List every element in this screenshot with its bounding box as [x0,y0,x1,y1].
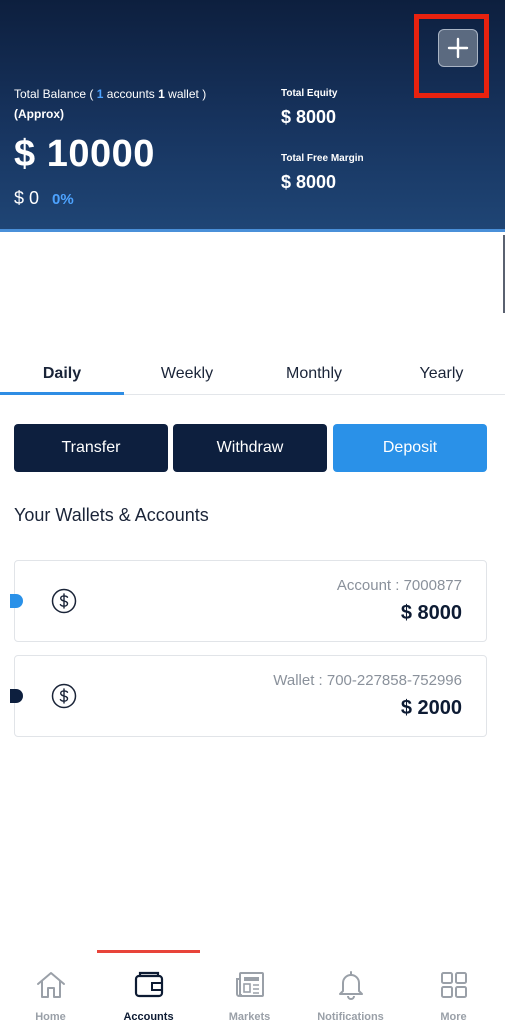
total-equity-label: Total Equity [281,88,338,99]
tab-daily[interactable]: Daily [0,352,124,395]
active-tab-underline [0,392,124,395]
newspaper-icon [236,972,264,997]
grid-icon [441,972,467,998]
nav-markets[interactable]: Markets [199,967,300,1024]
total-equity-value: $ 8000 [281,107,337,127]
nav-accounts[interactable]: Accounts [98,967,199,1024]
balance-change-value: $ 0 [14,188,40,208]
highlight-annotation-box [414,14,489,98]
wallet-icon [134,971,164,998]
total-balance-label: Total Balance ( 1 accounts 1 wallet ) [14,87,207,101]
account-number: Account : 7000877 [336,577,462,594]
nav-more[interactable]: More [403,967,504,1024]
account-card[interactable]: Account : 7000877 $ 8000 [10,560,487,642]
deposit-button[interactable]: Deposit [333,424,487,472]
home-icon [37,972,65,998]
balance-change-percent: 0% [52,191,74,208]
dollar-circle-icon [51,588,77,614]
transfer-button[interactable]: Transfer [14,424,168,472]
active-nav-indicator [97,950,200,953]
account-amount: $ 8000 [400,602,462,624]
account-indicator-dot [10,594,23,608]
wallet-indicator-dot [10,689,23,703]
bell-icon [339,971,363,1000]
bottom-navigation: Home Accounts Markets Notifications More [0,950,505,1024]
wallet-number: Wallet : 700-227858-752996 [273,672,462,689]
free-margin-label: Total Free Margin [281,153,364,164]
wallet-amount: $ 2000 [400,697,462,719]
tab-monthly[interactable]: Monthly [250,352,378,395]
approx-label: (Approx) [14,107,64,121]
tab-weekly[interactable]: Weekly [124,352,250,395]
balance-header: Total Balance ( 1 accounts 1 wallet ) (A… [0,0,505,232]
tab-yearly[interactable]: Yearly [378,352,505,395]
nav-notifications[interactable]: Notifications [300,967,401,1024]
section-title: Your Wallets & Accounts [14,505,209,525]
total-balance-value: $ 10000 [14,133,155,175]
wallet-card[interactable]: Wallet : 700-227858-752996 $ 2000 [10,655,487,737]
wallet-count: 1 [158,87,165,101]
withdraw-button[interactable]: Withdraw [173,424,327,472]
accounts-count: 1 [96,87,104,101]
dollar-circle-icon [51,683,77,709]
period-tabs: Daily Weekly Monthly Yearly [0,352,505,395]
nav-home[interactable]: Home [0,967,101,1024]
free-margin-value: $ 8000 [281,172,337,192]
